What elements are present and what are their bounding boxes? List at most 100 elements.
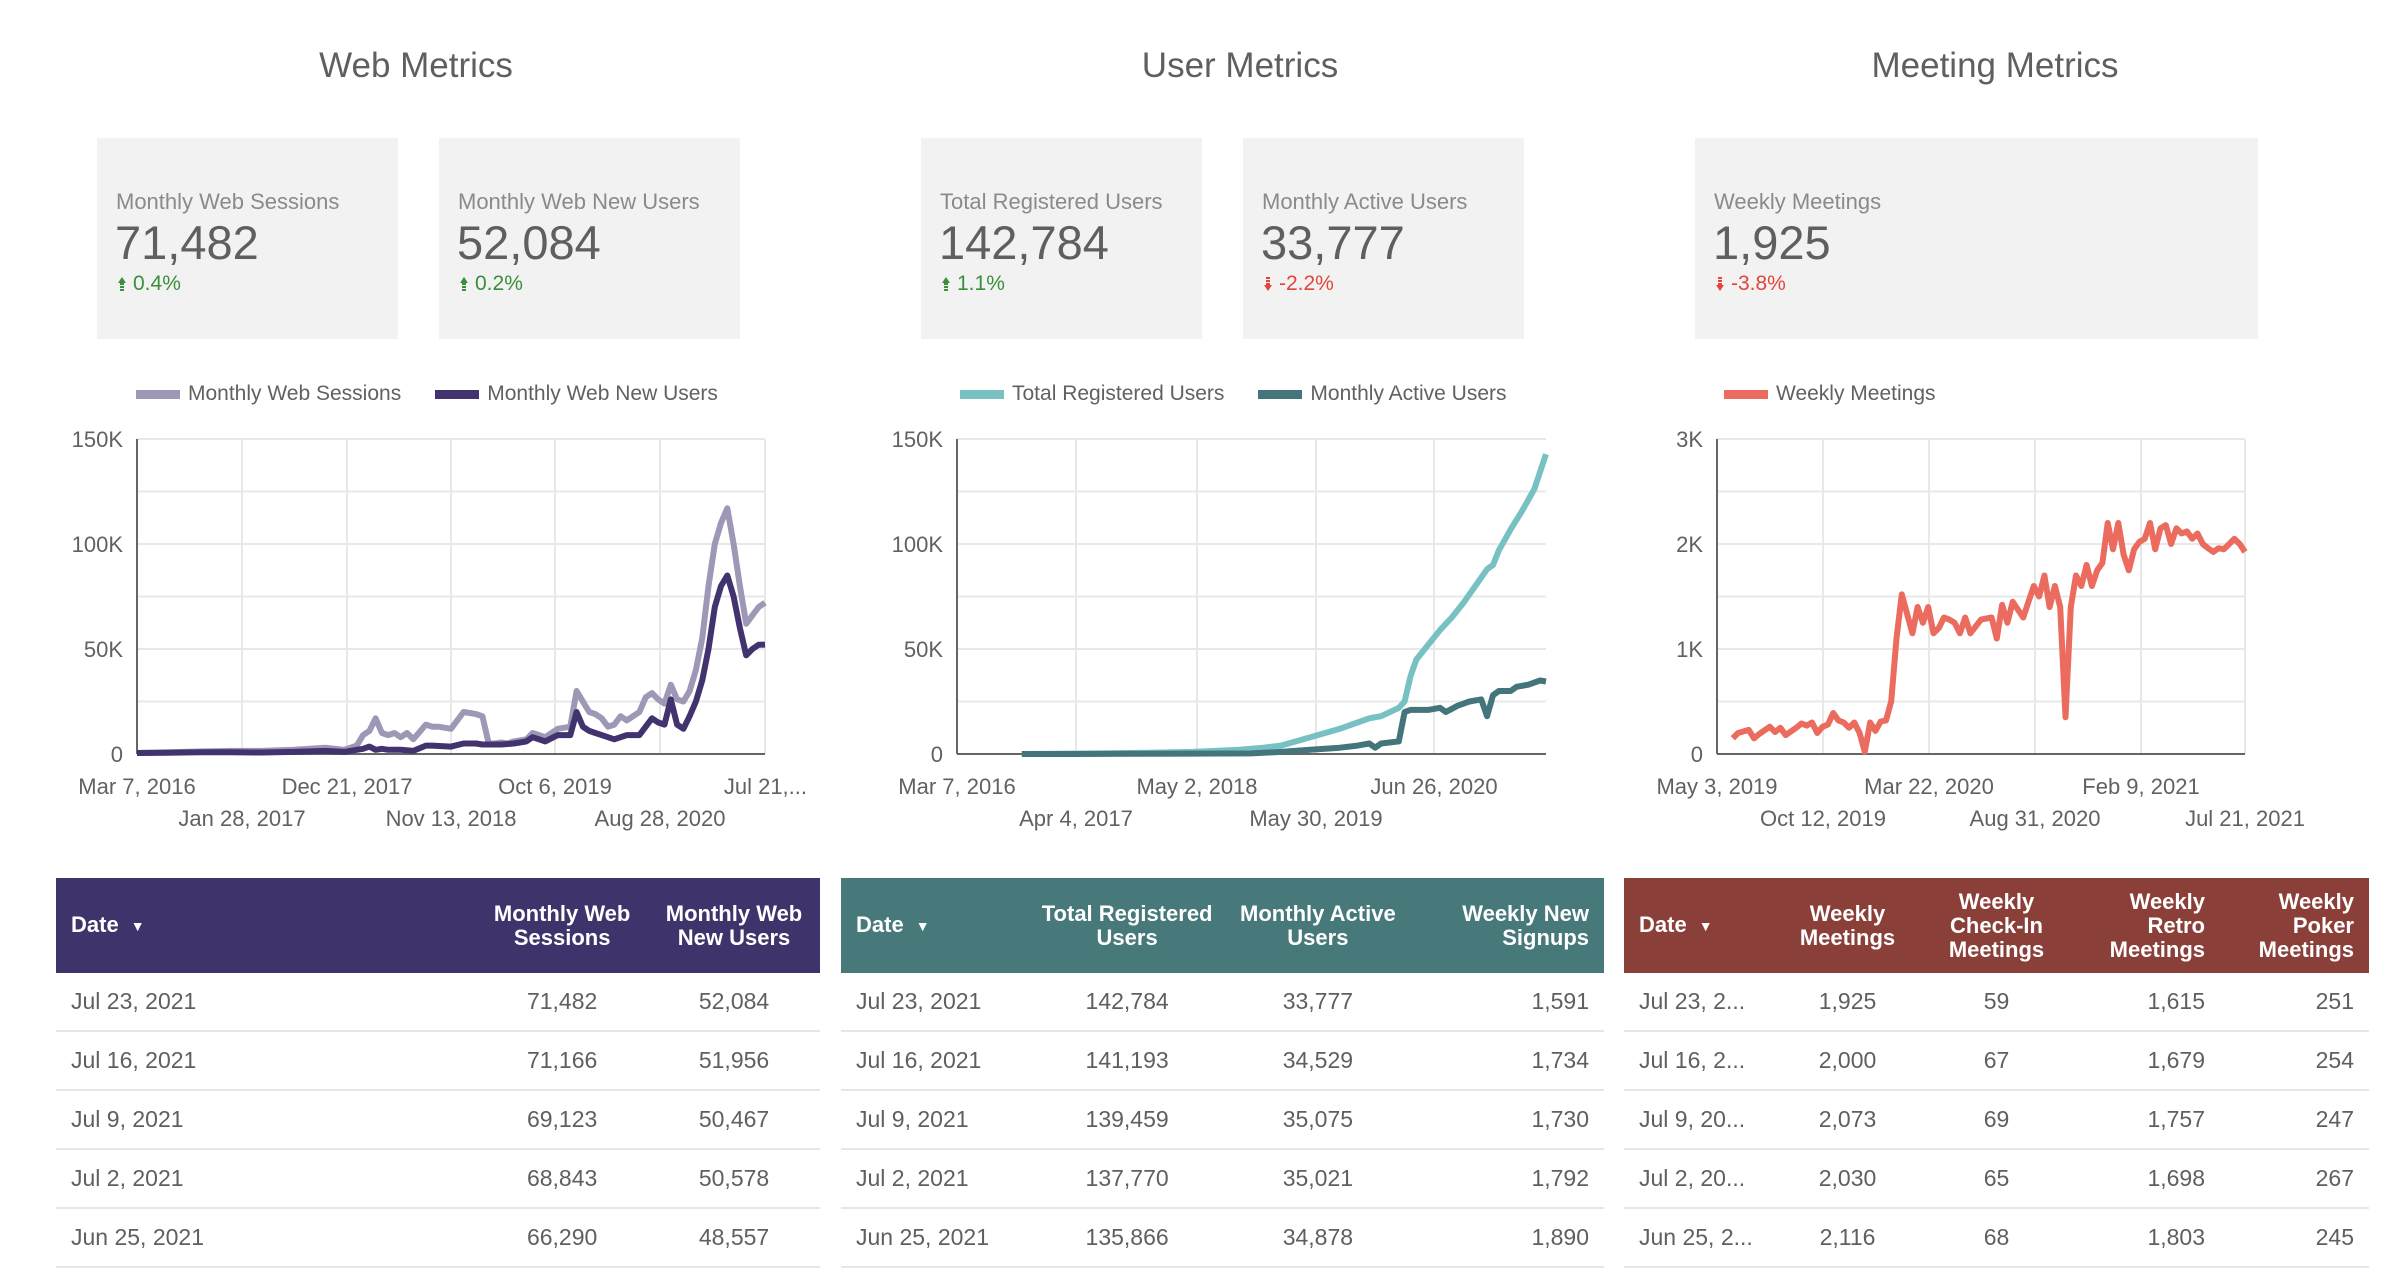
table-cell: 141,193 [1085, 1047, 1169, 1073]
kpi-card-monthly-active-users: Monthly Active Users 33,777 -2.2% [1243, 138, 1524, 339]
legend-label: Monthly Web Sessions [188, 382, 402, 405]
y-tick-label: 100K [892, 532, 944, 557]
table-cell: Jul 9, 2021 [71, 1106, 184, 1132]
meeting-chart-legend: Weekly Meetings [1724, 382, 1936, 406]
sort-descending-icon[interactable]: ▼ [916, 914, 930, 938]
y-tick-label: 0 [111, 742, 123, 767]
column-header-monthly-active-users[interactable]: Monthly Active Users [1223, 902, 1414, 950]
kpi-label: Monthly Web Sessions [116, 189, 340, 214]
table-row[interactable]: Jul 16, 2021 71,166 51,956 [56, 1032, 820, 1091]
column-header-weekly-poker-meetings[interactable]: Weekly Poker Meetings [2220, 890, 2369, 962]
table-row[interactable]: Jul 23, 2... 1,925 59 1,615 251 [1624, 973, 2369, 1032]
table-row[interactable]: Jun 25, 2021 66,290 48,557 [56, 1209, 820, 1268]
x-tick-label: Aug 28, 2020 [595, 806, 726, 831]
column-header-label: Weekly Retro Meetings [2109, 889, 2205, 962]
x-tick-label: May 2, 2018 [1136, 774, 1257, 799]
table-row[interactable]: Jul 23, 2021 71,482 52,084 [56, 973, 820, 1032]
table-row[interactable]: Jul 2, 20... 2,030 65 1,698 267 [1624, 1150, 2369, 1209]
x-tick-label: Apr 4, 2017 [1019, 806, 1133, 831]
x-tick-label: May 3, 2019 [1656, 774, 1777, 799]
table-cell: Jul 16, 2... [1639, 1047, 1746, 1073]
table-cell: 59 [1983, 988, 2010, 1014]
table-cell: Jul 23, 2... [1639, 988, 1746, 1014]
table-row[interactable]: Jun 25, 2021 135,866 34,878 1,890 [841, 1209, 1604, 1268]
column-header-date[interactable]: Date ▼ [56, 913, 476, 938]
sort-descending-icon[interactable]: ▼ [131, 914, 145, 938]
kpi-delta: -3.8% [1715, 272, 1786, 296]
table-row[interactable]: Jul 9, 2021 69,123 50,467 [56, 1091, 820, 1150]
table-row[interactable]: Jun 25, 2... 2,116 68 1,803 245 [1624, 1209, 2369, 1268]
legend-label: Monthly Web New Users [487, 382, 718, 405]
table-cell: Jul 23, 2021 [71, 988, 197, 1014]
series-line-monthly-active-users [1021, 677, 1547, 757]
table-row[interactable]: Jul 16, 2... 2,000 67 1,679 254 [1624, 1032, 2369, 1091]
x-tick-label: Nov 13, 2018 [386, 806, 517, 831]
column-header-date[interactable]: Date ▼ [841, 913, 1032, 938]
arrow-down-icon [1264, 277, 1272, 291]
series-line-monthly-web-sessions [136, 505, 767, 756]
legend-swatch [136, 389, 180, 399]
column-header-weekly-meetings[interactable]: Weekly Meetings [1773, 902, 1922, 950]
legend-item-total-registered-users[interactable]: Total Registered Users [960, 382, 1224, 406]
table-row[interactable]: Jul 23, 2021 142,784 33,777 1,591 [841, 973, 1604, 1032]
kpi-delta-value: 0.2% [475, 272, 523, 295]
meeting-metrics-title: Meeting Metrics [1871, 46, 2119, 85]
legend-item-monthly-active-users[interactable]: Monthly Active Users [1258, 382, 1507, 406]
legend-swatch [1724, 389, 1768, 399]
legend-swatch [435, 389, 480, 399]
arrow-up-icon [118, 277, 126, 291]
table-cell: 34,878 [1282, 1224, 1354, 1250]
column-header-monthly-web-new-users[interactable]: Monthly Web New Users [648, 902, 820, 950]
table-cell: Jun 25, 2... [1639, 1224, 1753, 1250]
kpi-label: Monthly Active Users [1262, 189, 1468, 214]
x-tick-label: Feb 9, 2021 [2082, 774, 2199, 799]
x-tick-label: Dec 21, 2017 [282, 774, 413, 799]
table-cell: Jul 9, 20... [1639, 1106, 1746, 1132]
table-cell: 251 [2315, 988, 2354, 1014]
table-cell: 1,734 [1531, 1047, 1589, 1073]
legend-item-monthly-web-sessions[interactable]: Monthly Web Sessions [136, 382, 401, 406]
y-tick-label: 150K [892, 427, 944, 452]
arrow-up-icon [942, 277, 950, 291]
kpi-delta-value: 0.4% [133, 272, 181, 295]
kpi-value: 71,482 [115, 216, 259, 269]
kpi-delta-value: -3.8% [1731, 272, 1786, 295]
kpi-card-monthly-web-new-users: Monthly Web New Users 52,084 0.2% [439, 138, 740, 339]
table-cell: 1,803 [2147, 1224, 2205, 1250]
column-header-weekly-check-in-meetings[interactable]: Weekly Check-In Meetings [1922, 890, 2071, 962]
legend-item-weekly-meetings[interactable]: Weekly Meetings [1724, 382, 1936, 406]
column-header-date[interactable]: Date ▼ [1624, 913, 1773, 938]
table-row[interactable]: Jul 16, 2021 141,193 34,529 1,734 [841, 1032, 1604, 1091]
table-cell: 245 [2315, 1224, 2354, 1250]
column-header-weekly-retro-meetings[interactable]: Weekly Retro Meetings [2071, 890, 2220, 962]
table-cell: 2,030 [1818, 1165, 1877, 1191]
table-cell: 69,123 [526, 1106, 598, 1132]
table-row[interactable]: Jul 9, 20... 2,073 69 1,757 247 [1624, 1091, 2369, 1150]
sort-descending-icon[interactable]: ▼ [1699, 914, 1713, 938]
table-row[interactable]: Jul 2, 2021 137,770 35,021 1,792 [841, 1150, 1604, 1209]
y-tick-label: 50K [904, 637, 943, 662]
table-cell: 142,784 [1085, 988, 1169, 1014]
kpi-label: Total Registered Users [940, 189, 1163, 214]
column-header-weekly-new-signups[interactable]: Weekly New Signups [1413, 902, 1604, 950]
legend-label: Total Registered Users [1012, 382, 1225, 405]
legend-swatch [1258, 389, 1303, 399]
table-cell: 50,578 [698, 1165, 770, 1191]
y-tick-label: 3K [1676, 427, 1703, 452]
table-header: Date ▼ Weekly Meetings Weekly Check-In Meet… [1624, 878, 2369, 973]
table-row[interactable]: Jul 9, 2021 139,459 35,075 1,730 [841, 1091, 1604, 1150]
column-header-label: Date [856, 912, 904, 937]
legend-label: Weekly Meetings [1776, 382, 1936, 405]
legend-item-monthly-web-new-users[interactable]: Monthly Web New Users [435, 382, 718, 406]
column-header-label: Monthly Web New Users [665, 901, 803, 950]
table-cell: 2,000 [1818, 1047, 1877, 1073]
table-cell: 67 [1983, 1047, 2010, 1073]
table-row[interactable]: Jul 2, 2021 68,843 50,578 [56, 1150, 820, 1209]
table-cell: 52,084 [698, 988, 770, 1014]
kpi-card-monthly-web-sessions: Monthly Web Sessions 71,482 0.4% [97, 138, 398, 339]
column-header-monthly-web-sessions[interactable]: Monthly Web Sessions [476, 902, 648, 950]
y-tick-label: 0 [931, 742, 943, 767]
column-header-label: Total Registered Users [1041, 901, 1213, 950]
column-header-total-registered-users[interactable]: Total Registered Users [1032, 902, 1223, 950]
table-cell: 247 [2315, 1106, 2354, 1132]
